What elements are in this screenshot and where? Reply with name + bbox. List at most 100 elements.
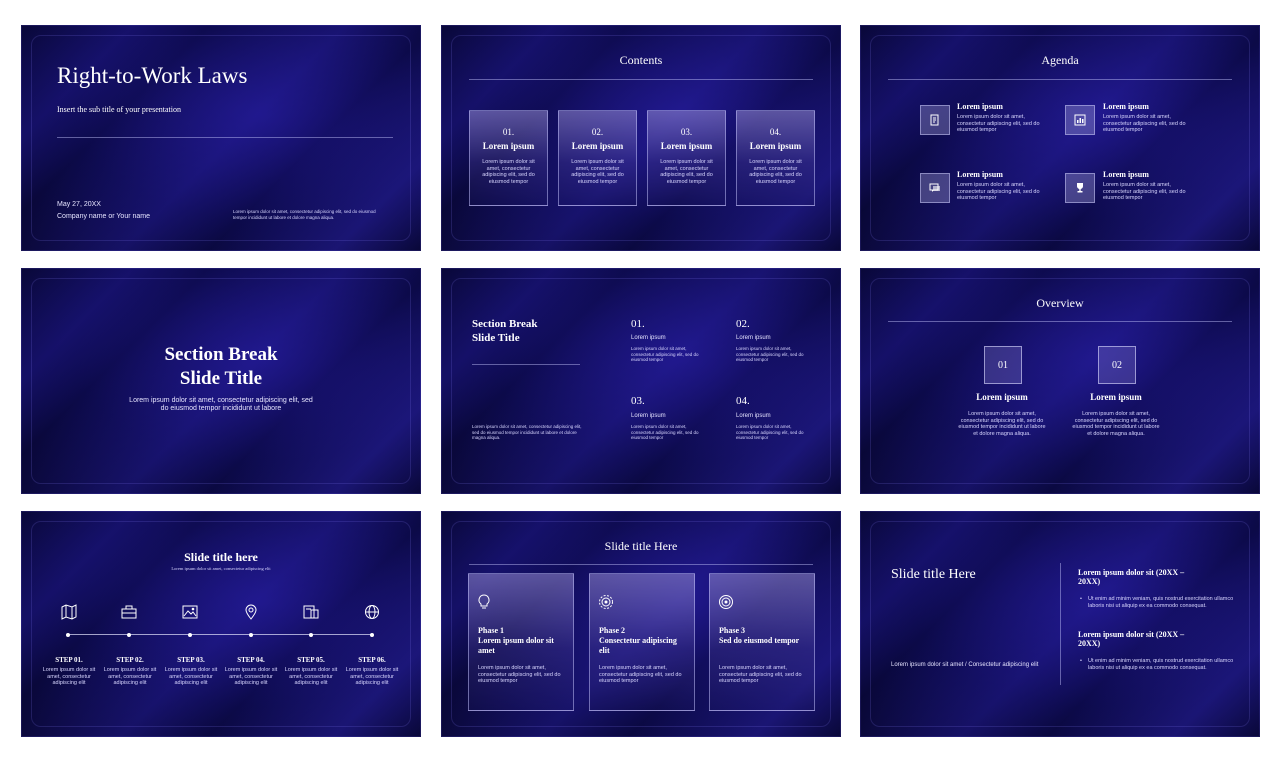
- item-text: Lorem ipsum dolor sit amet, consectetur …: [736, 346, 804, 362]
- document-icon: [930, 114, 939, 126]
- step-label: STEP 05.: [297, 656, 325, 664]
- step-text: Lorem ipsum dolor sit amet, consectetur …: [345, 667, 399, 686]
- item-text: Lorem ipsum dolor sit amet, consectetur …: [631, 424, 699, 440]
- date-text: May 27, 20XX: [57, 201, 101, 208]
- phase-text: Lorem ipsum dolor sit amet, consectetur …: [719, 665, 802, 684]
- agenda-icon-box-1: [920, 105, 950, 135]
- content-card-4[interactable]: 04. Lorem ipsum Lorem ipsum dolor sit am…: [736, 110, 815, 206]
- card-title: Lorem ipsum: [482, 141, 535, 151]
- step-text: Lorem ipsum dolor sit amet, consectetur …: [284, 667, 338, 686]
- slide-title: Contents: [619, 53, 663, 67]
- card-title: Lorem ipsum: [660, 141, 713, 151]
- slide-thumbnail-5[interactable]: Section Break Slide Title Lorem ipsum do…: [441, 268, 841, 494]
- item-label: Lorem ipsum: [631, 413, 666, 419]
- company-text: Company name or Your name: [57, 213, 150, 220]
- chart-icon: [1074, 114, 1086, 126]
- content-card-3[interactable]: 03. Lorem ipsum Lorem ipsum dolor sit am…: [647, 110, 726, 206]
- item-number: 02.: [736, 318, 750, 330]
- step-text: Lorem ipsum dolor sit amet, consectetur …: [164, 667, 218, 686]
- content-card-1[interactable]: 01. Lorem ipsum Lorem ipsum dolor sit am…: [469, 110, 548, 206]
- agenda-item-text: Lorem ipsum dolor sit amet, consectetur …: [957, 182, 1040, 201]
- slide-subtitle: Lorem ipsum dolor sit amet, consectetur …: [171, 566, 271, 571]
- phase-title: Lorem ipsum dolor sit amet: [478, 636, 554, 655]
- slide-thumbnail-8[interactable]: Slide title Here Phase 1 Lorem ipsum dol…: [441, 511, 841, 737]
- divider: [888, 321, 1232, 322]
- step-text: Lorem ipsum dolor sit amet, consectetur …: [42, 667, 96, 686]
- item-number: 04.: [736, 395, 750, 407]
- body-text: Lorem ipsum dolor sit amet, consectetur …: [233, 209, 376, 220]
- section-title-line2: Slide Title: [472, 332, 520, 344]
- slide-thumbnail-6[interactable]: Overview 01 Lorem ipsum Lorem ipsum dolo…: [860, 268, 1260, 494]
- section-title-line2: Slide Title: [179, 368, 263, 389]
- phase-label: Phase 2: [599, 626, 625, 635]
- slide-thumbnail-7[interactable]: Slide title here Lorem ipsum dolor sit a…: [21, 511, 421, 737]
- phase-card-1[interactable]: Phase 1 Lorem ipsum dolor sit amet Lorem…: [468, 573, 574, 711]
- card-text: Lorem ipsum dolor sit amet, consectetur …: [571, 159, 624, 185]
- card-number: 02.: [591, 127, 604, 137]
- content-card-2[interactable]: 02. Lorem ipsum Lorem ipsum dolor sit am…: [558, 110, 637, 206]
- card-title: Lorem ipsum: [749, 141, 802, 151]
- timeline-dot: [188, 632, 192, 637]
- slide-title: Right-to-Work Laws: [57, 63, 248, 88]
- overview-item-title: Lorem ipsum: [1090, 392, 1142, 402]
- agenda-item-text: Lorem ipsum dolor sit amet, consectetur …: [1103, 182, 1186, 201]
- slide-title: Slide title here: [184, 550, 258, 564]
- divider: [469, 564, 813, 565]
- timeline-dot: [370, 632, 374, 637]
- phase-text: Lorem ipsum dolor sit amet, consectetur …: [478, 665, 561, 684]
- item-text: Lorem ipsum dolor sit amet, consectetur …: [736, 424, 804, 440]
- section-title-line1: Section Break: [164, 344, 278, 365]
- card-number: 01.: [502, 127, 515, 137]
- slide-thumbnail-2[interactable]: Contents 01. Lorem ipsum Lorem ipsum dol…: [441, 25, 841, 251]
- agenda-icon-box-3: [920, 173, 950, 203]
- target-icon: [719, 595, 733, 609]
- timeline-dot: [66, 632, 70, 637]
- phase-title: Sed do eiusmod tempor: [719, 636, 800, 645]
- body-text: Lorem ipsum dolor sit amet / Consectetur…: [891, 662, 1039, 668]
- location-pin-icon: [245, 604, 257, 620]
- phase-label: Phase 3: [719, 626, 745, 635]
- entry-title: Lorem ipsum dolor sit (20XX – 20XX): [1078, 630, 1185, 648]
- slide-thumbnail-3[interactable]: Agenda Lorem ipsum Lorem ipsum dolor sit…: [860, 25, 1260, 251]
- slide-thumbnail-1[interactable]: Right-to-Work Laws Insert the sub title …: [21, 25, 421, 251]
- overview-item-text: Lorem ipsum dolor sit amet, consectetur …: [1072, 411, 1160, 437]
- card-title: Lorem ipsum: [571, 141, 624, 151]
- gear-icon: [599, 595, 613, 609]
- card-text: Lorem ipsum dolor sit amet, consectetur …: [482, 159, 535, 185]
- trophy-icon: [1077, 183, 1083, 193]
- item-label: Lorem ipsum: [631, 335, 666, 341]
- phase-label: Phase 1: [478, 626, 504, 635]
- lightbulb-icon: [478, 594, 490, 609]
- item-label: Lorem ipsum: [736, 413, 771, 419]
- entry-bullet: •: [1080, 596, 1082, 602]
- timeline-dot: [309, 632, 313, 637]
- phase-title: Consectetur adipiscing elit: [599, 636, 677, 655]
- phase-card-2[interactable]: Phase 2 Consectetur adipiscing elit Lore…: [589, 573, 695, 711]
- overview-number-box-2: 02: [1098, 346, 1136, 384]
- section-title-line1: Section Break: [472, 318, 538, 330]
- entry-bullet: •: [1080, 658, 1082, 664]
- vertical-divider: [1060, 563, 1061, 685]
- overview-item-title: Lorem ipsum: [976, 392, 1028, 402]
- section-body: Lorem ipsum dolor sit amet, consectetur …: [129, 397, 313, 412]
- divider: [472, 364, 580, 365]
- phase-card-3[interactable]: Phase 3 Sed do eiusmod tempor Lorem ipsu…: [709, 573, 815, 711]
- entry-text: Ut enim ad minim veniam, quis nostrud ex…: [1088, 596, 1234, 609]
- agenda-item-title: Lorem ipsum: [957, 170, 1003, 179]
- card-number: 04.: [769, 127, 782, 137]
- image-icon: [182, 605, 198, 619]
- agenda-item-text: Lorem ipsum dolor sit amet, consectetur …: [1103, 114, 1186, 133]
- timeline-line: [66, 632, 374, 637]
- devices-icon: [303, 605, 319, 619]
- slide-subtitle: Insert the sub title of your presentatio…: [57, 105, 181, 114]
- section-body: Lorem ipsum dolor sit amet, consectetur …: [472, 424, 582, 440]
- slide-thumbnail-4[interactable]: Section Break Slide Title Lorem ipsum do…: [21, 268, 421, 494]
- slide-thumbnail-9[interactable]: Slide title Here Lorem ipsum dolor sit a…: [860, 511, 1260, 737]
- agenda-item-title: Lorem ipsum: [1103, 102, 1149, 111]
- overview-item-text: Lorem ipsum dolor sit amet, consectetur …: [958, 411, 1046, 437]
- item-text: Lorem ipsum dolor sit amet, consectetur …: [631, 346, 699, 362]
- agenda-icon-box-4: [1065, 173, 1095, 203]
- step-label: STEP 04.: [237, 656, 265, 664]
- globe-icon: [365, 605, 379, 619]
- card-text: Lorem ipsum dolor sit amet, consectetur …: [749, 159, 802, 185]
